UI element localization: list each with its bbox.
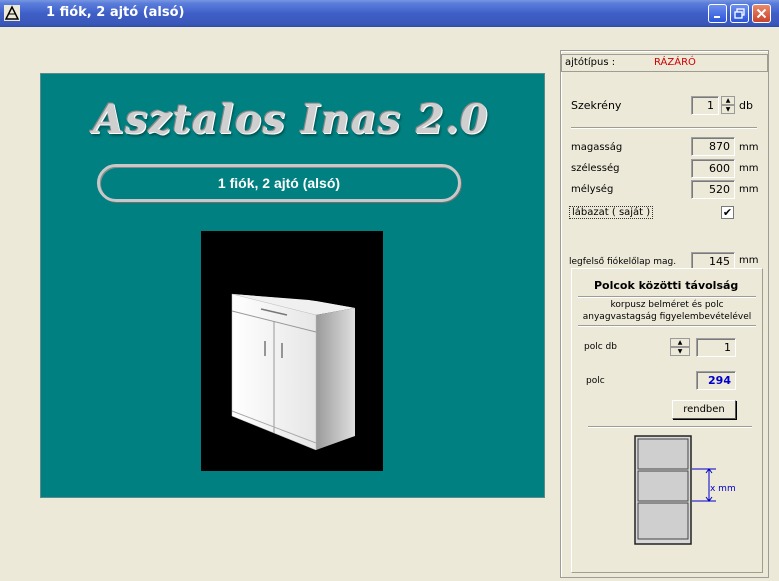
shelf-diagram-icon [634, 435, 716, 545]
cabinet-label: Szekrény [571, 99, 622, 112]
spin-up-icon[interactable]: ▲ [721, 96, 735, 105]
shelf-value-field: 294 [696, 371, 736, 390]
close-button[interactable] [752, 4, 771, 23]
divider [571, 127, 757, 129]
door-type-value: RÁZÁRÓ [654, 57, 696, 68]
shelf-panel-title: Polcok közötti távolság [594, 279, 739, 292]
shelf-label: polc [586, 376, 605, 386]
cabinet-type-title: 1 fiók, 2 ajtó (alsó) [217, 175, 341, 191]
cabinet-preview [201, 231, 383, 471]
app-icon[interactable] [4, 5, 20, 21]
main-window: 1 fiók, 2 ajtó (alsó) Asztalos Inas 2.0 … [0, 0, 779, 581]
shelf-count-label: polc db [584, 342, 617, 352]
app-logo: Asztalos Inas 2.0 [93, 96, 489, 143]
depth-unit: mm [739, 184, 759, 195]
width-field[interactable]: 600 [691, 159, 735, 178]
close-icon [756, 8, 767, 19]
ok-button[interactable]: rendben [672, 400, 736, 419]
door-type-label: ajtótípus : [565, 57, 616, 68]
shelf-count-field[interactable]: 1 [696, 338, 736, 357]
divider [578, 325, 756, 327]
base-label[interactable]: lábazat ( saját ) [569, 206, 654, 219]
restore-button[interactable] [730, 4, 749, 23]
title-bar[interactable]: 1 fiók, 2 ajtó (alsó) [0, 0, 779, 27]
door-type-box: ajtótípus : RÁZÁRÓ [561, 54, 768, 72]
width-unit: mm [739, 163, 759, 174]
height-field[interactable]: 870 [691, 137, 735, 156]
settings-panel: ajtótípus : RÁZÁRÓ Szekrény 1 ▲ ▼ db mag… [560, 50, 769, 578]
width-label: szélesség [571, 163, 620, 174]
cabinet-3d-image [231, 293, 355, 451]
height-label: magasság [571, 142, 623, 153]
minimize-icon [713, 15, 720, 18]
spin-down-icon[interactable]: ▼ [670, 347, 690, 356]
height-unit: mm [739, 142, 759, 153]
shelf-panel-note: korpusz belméret és polc anyagvastagság … [582, 300, 752, 322]
depth-label: mélység [571, 184, 614, 195]
spin-up-icon[interactable]: ▲ [670, 338, 690, 347]
cabinet-count-field[interactable]: 1 [691, 96, 719, 115]
depth-field[interactable]: 520 [691, 180, 735, 199]
top-drawer-label: legfelső fiókelőlap mag. [569, 257, 677, 267]
shelf-spacing-panel: Polcok közötti távolság korpusz belméret… [571, 268, 763, 573]
divider [578, 296, 756, 298]
cabinet-type-banner: 1 fiók, 2 ajtó (alsó) [97, 164, 461, 202]
base-checkbox[interactable]: ✔ [721, 206, 734, 219]
shelf-dimension-label: x mm [710, 484, 736, 494]
restore-icon [734, 8, 745, 19]
cabinet-count-spinner[interactable]: ▲ ▼ [721, 96, 735, 115]
preview-panel: Asztalos Inas 2.0 1 fiók, 2 ajtó (alsó) [40, 73, 545, 498]
spin-down-icon[interactable]: ▼ [721, 105, 735, 114]
window-title: 1 fiók, 2 ajtó (alsó) [46, 5, 185, 20]
divider [588, 426, 752, 428]
minimize-button[interactable] [708, 4, 727, 23]
cabinet-unit: db [739, 99, 753, 112]
shelf-count-spinner[interactable]: ▲ ▼ [670, 338, 690, 357]
top-drawer-unit: mm [739, 255, 759, 266]
